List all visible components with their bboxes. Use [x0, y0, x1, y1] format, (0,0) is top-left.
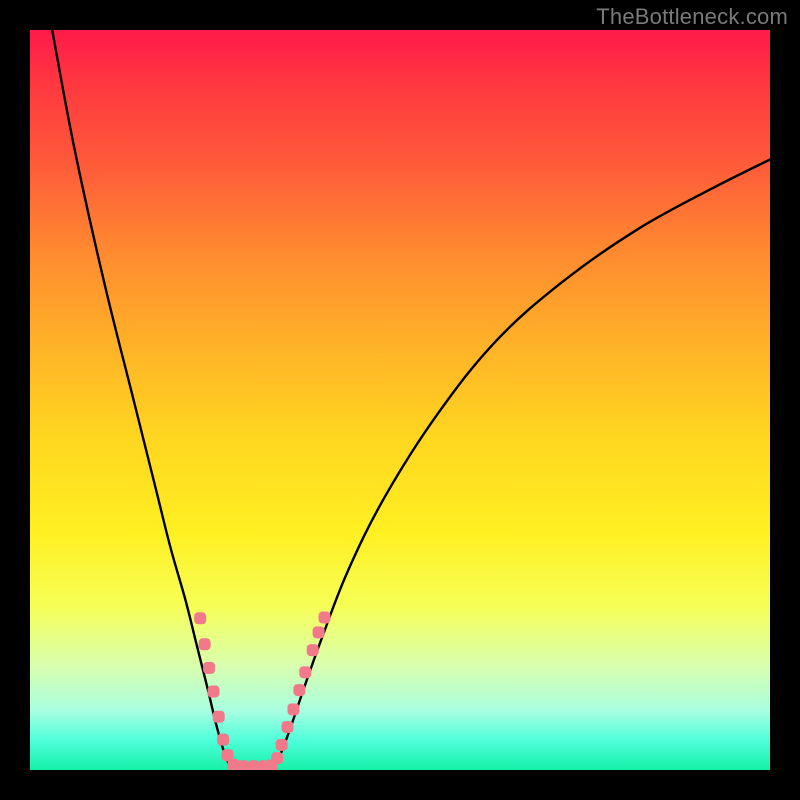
data-marker — [282, 721, 294, 733]
chart-canvas: TheBottleneck.com — [0, 0, 800, 800]
data-marker — [203, 662, 215, 674]
data-marker — [299, 666, 311, 678]
right-branch — [274, 160, 770, 767]
data-marker — [313, 626, 325, 638]
data-marker — [208, 686, 220, 698]
data-marker — [213, 711, 225, 723]
data-marker — [199, 638, 211, 650]
plot-area — [30, 30, 770, 770]
watermark: TheBottleneck.com — [596, 4, 788, 30]
data-marker — [271, 752, 283, 764]
markers-layer — [194, 612, 330, 770]
data-marker — [237, 760, 249, 770]
data-marker — [319, 612, 331, 624]
curve-svg — [30, 30, 770, 770]
data-marker — [247, 760, 259, 770]
data-marker — [307, 644, 319, 656]
data-marker — [287, 703, 299, 715]
left-branch — [52, 30, 230, 766]
data-marker — [217, 734, 229, 746]
data-marker — [276, 739, 288, 751]
data-marker — [194, 612, 206, 624]
data-marker — [293, 684, 305, 696]
curve-layer — [52, 30, 770, 766]
